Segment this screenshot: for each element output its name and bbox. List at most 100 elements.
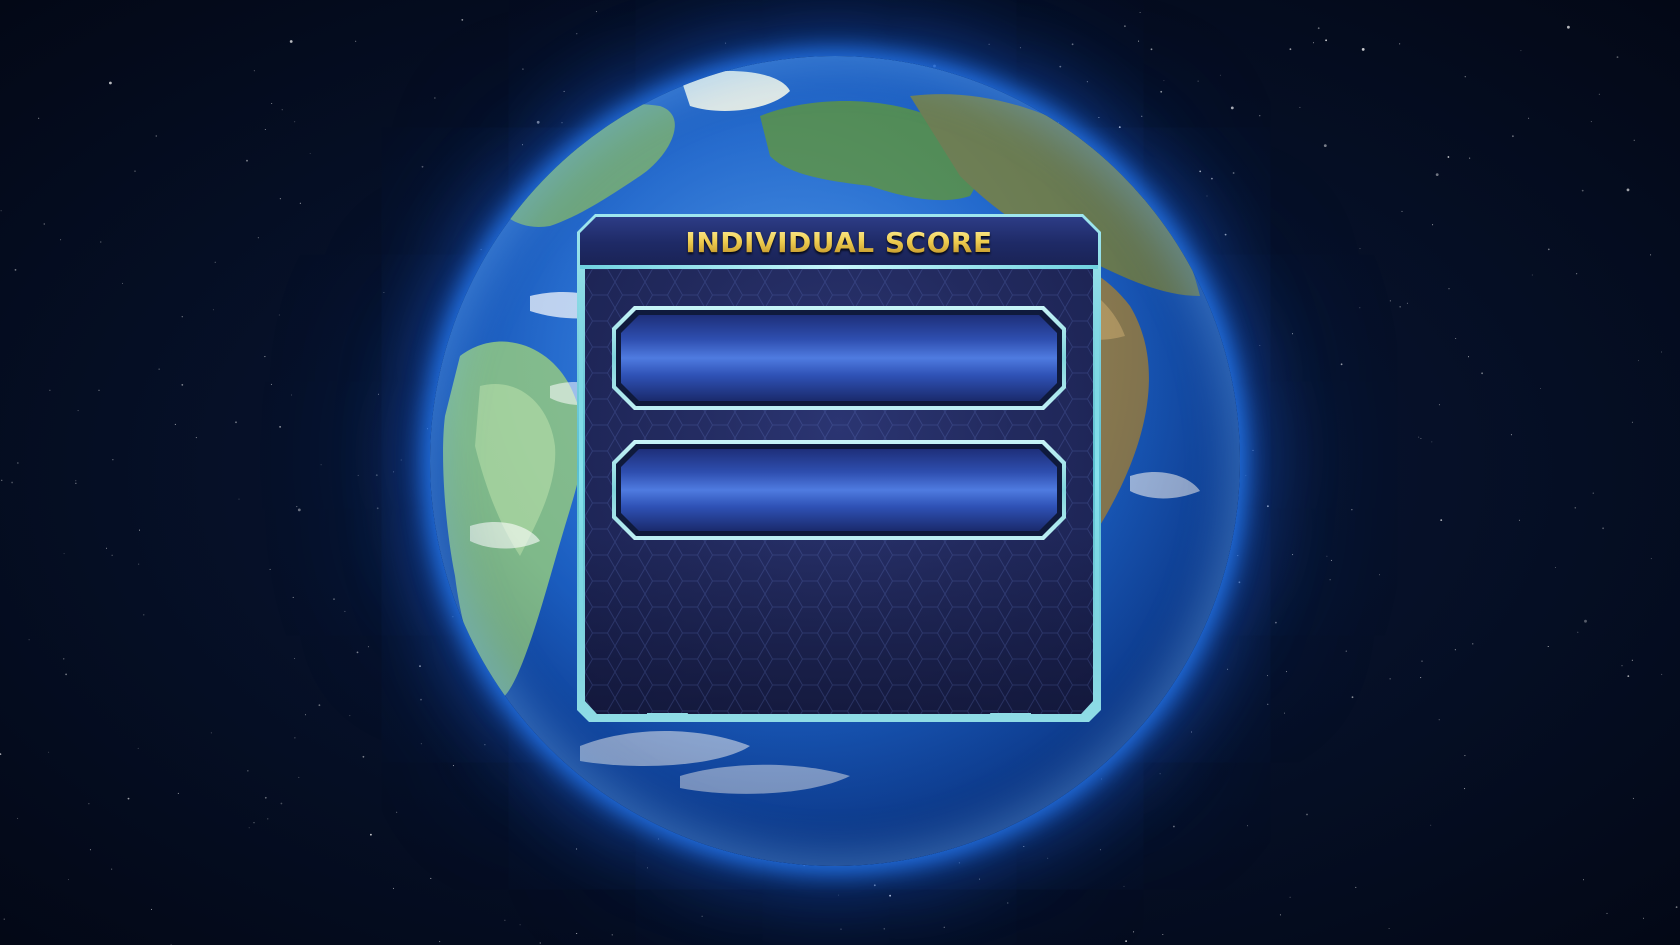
star <box>109 81 112 85</box>
star <box>14 269 17 271</box>
star <box>576 933 578 934</box>
score-slot-1 <box>612 306 1066 410</box>
star <box>1469 157 1471 159</box>
star <box>1631 659 1633 661</box>
star <box>294 121 296 123</box>
star <box>305 714 306 716</box>
star <box>318 704 321 707</box>
star <box>393 887 394 889</box>
star <box>421 165 424 168</box>
star <box>725 42 727 44</box>
star <box>1447 156 1450 158</box>
star <box>383 292 385 293</box>
star <box>65 673 67 676</box>
star <box>439 941 441 943</box>
star <box>181 384 184 386</box>
star <box>1554 567 1556 568</box>
star <box>889 894 891 897</box>
star <box>267 818 269 820</box>
star <box>1355 886 1357 888</box>
star <box>1510 434 1512 436</box>
star <box>1547 646 1549 647</box>
star <box>279 426 281 428</box>
star <box>1330 559 1332 561</box>
star <box>1247 825 1248 827</box>
panel-title: INDIVIDUAL SCORE <box>685 225 993 259</box>
star <box>1631 421 1633 423</box>
star <box>1590 121 1592 123</box>
score-slot-1-value <box>621 315 1057 401</box>
star <box>127 797 130 800</box>
star <box>370 833 372 836</box>
star <box>1401 210 1403 212</box>
star <box>393 471 395 473</box>
star <box>1329 579 1331 581</box>
star <box>611 934 613 936</box>
star <box>400 459 402 461</box>
star <box>1306 813 1308 816</box>
star <box>367 646 369 648</box>
star <box>1584 619 1587 623</box>
star <box>375 474 378 477</box>
star <box>1518 519 1520 521</box>
star <box>1438 404 1440 406</box>
star <box>60 239 62 241</box>
star <box>1406 302 1408 304</box>
individual-score-panel: INDIVIDUAL SCORE <box>577 214 1101 722</box>
star <box>1438 719 1440 721</box>
star <box>1454 649 1456 651</box>
star <box>979 878 981 880</box>
star <box>1420 438 1422 439</box>
star <box>1138 40 1140 42</box>
star <box>1431 441 1433 443</box>
star <box>1633 139 1635 141</box>
star <box>420 743 422 745</box>
star <box>1440 519 1443 521</box>
star <box>1123 885 1125 887</box>
star <box>1455 338 1457 339</box>
star <box>1464 76 1466 78</box>
star <box>299 202 301 204</box>
star <box>195 437 197 439</box>
star <box>1361 48 1365 51</box>
star <box>1340 363 1343 366</box>
star <box>1388 928 1390 929</box>
star <box>1359 307 1361 309</box>
star <box>883 928 885 930</box>
star <box>1577 631 1579 633</box>
star <box>1133 931 1135 933</box>
star <box>235 421 237 424</box>
star <box>1675 906 1678 908</box>
star <box>17 817 19 819</box>
star <box>1581 189 1584 192</box>
star <box>396 811 398 813</box>
star <box>111 554 113 556</box>
star <box>1528 117 1530 119</box>
star <box>1351 509 1353 511</box>
star <box>1598 93 1600 95</box>
star <box>461 19 464 21</box>
star <box>357 474 359 476</box>
star <box>378 393 379 395</box>
panel-foot-trim <box>647 713 1031 722</box>
star <box>1124 25 1126 28</box>
star <box>181 316 183 318</box>
star <box>1313 42 1314 44</box>
star <box>38 117 40 119</box>
star <box>158 368 160 370</box>
star <box>1650 254 1652 256</box>
star <box>1520 50 1522 52</box>
star <box>1317 27 1320 30</box>
star <box>257 237 259 239</box>
star <box>253 70 255 72</box>
star <box>210 732 212 734</box>
star <box>1421 660 1423 662</box>
star <box>1547 248 1550 251</box>
star <box>17 462 19 464</box>
star <box>269 568 271 570</box>
star <box>1292 333 1293 335</box>
star <box>1627 675 1630 677</box>
star <box>155 135 157 137</box>
star <box>111 868 113 870</box>
star <box>246 159 248 162</box>
